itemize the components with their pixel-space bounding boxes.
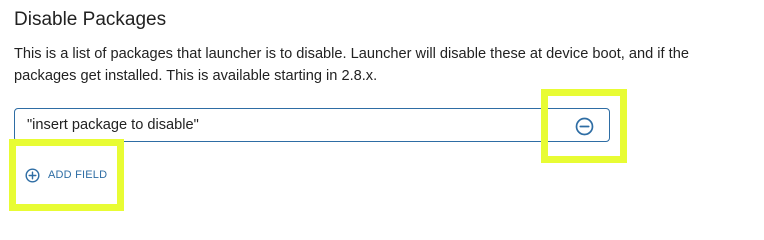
remove-field-button[interactable] (541, 89, 627, 163)
minus-circle-icon (575, 117, 593, 135)
disable-packages-section: Disable Packages This is a list of packa… (9, 0, 754, 214)
section-description: This is a list of packages that launcher… (14, 46, 689, 84)
add-field-label: ADD FIELD (48, 169, 108, 181)
package-input[interactable] (14, 108, 610, 142)
add-field-button[interactable]: ADD FIELD (9, 139, 124, 211)
plus-circle-icon (25, 167, 40, 183)
section-title: Disable Packages (14, 9, 167, 30)
